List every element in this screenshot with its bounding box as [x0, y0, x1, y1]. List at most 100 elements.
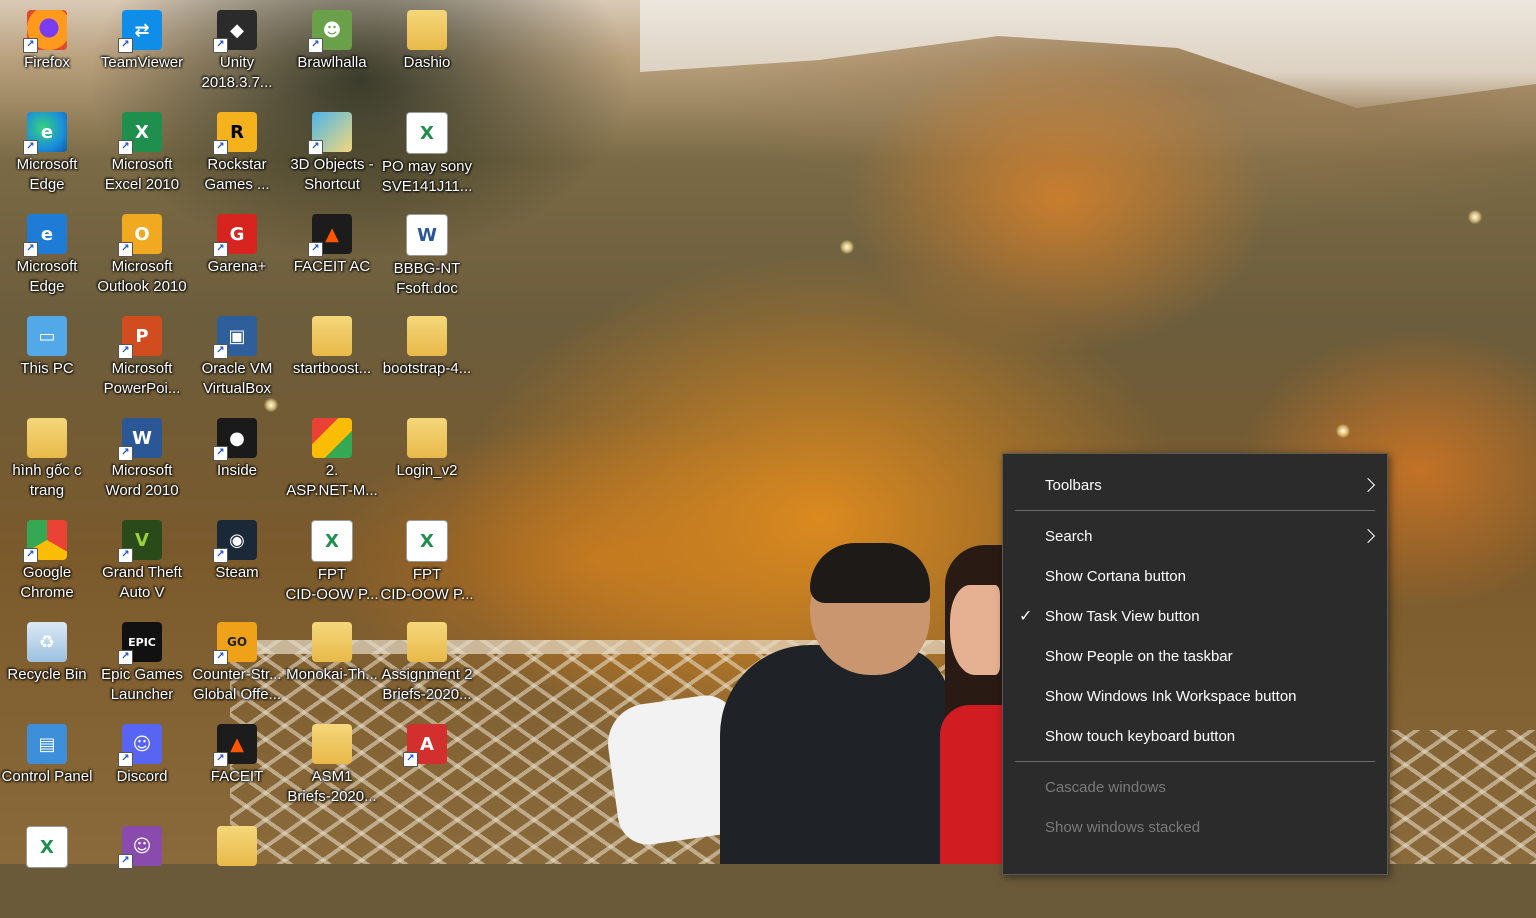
powerpoint-icon: P ↗ [118, 316, 162, 359]
desktop-shortcut[interactable]: Assignment 2 Briefs-2020... [380, 614, 474, 714]
chevron-right-icon [1360, 477, 1376, 493]
shortcut-arrow-icon: ↗ [213, 140, 228, 155]
desktop-shortcut-label: Unity 2018.3.7... [201, 54, 273, 91]
menu-item-toolbars[interactable]: Toolbars [1003, 466, 1387, 506]
desktop-icon-grid: ↗ Firefox ⇄ ↗ TeamViewer ◆ ↗ Unity 2018.3.7... ☻… [0, 0, 480, 869]
desktop-shortcut[interactable]: e ↗ Microsoft Edge [0, 104, 94, 204]
desktop-shortcut[interactable]: e ↗ Microsoft Edge [0, 206, 94, 306]
desktop-shortcut[interactable]: X FPT CID-OOW P... [285, 512, 379, 612]
desktop-shortcut[interactable]: X [0, 818, 94, 918]
folder-icon [407, 316, 447, 356]
menu-item-label: Search [1045, 528, 1093, 545]
menu-item-show-task-view[interactable]: ✓ Show Task View button [1003, 597, 1387, 637]
menu-item-show-touch-keyboard[interactable]: Show touch keyboard button [1003, 717, 1387, 757]
desktop-shortcut[interactable]: ⇄ ↗ TeamViewer [95, 2, 189, 102]
control-panel-icon: ▤ [27, 724, 67, 764]
desktop-shortcut-label: Epic Games Launcher [101, 666, 183, 703]
desktop-shortcut-label: Monokai-Th... [286, 666, 378, 683]
shortcut-arrow-icon: ↗ [118, 446, 133, 461]
desktop-shortcut[interactable]: ▣ ↗ Oracle VM VirtualBox [190, 308, 284, 408]
desktop-shortcut[interactable]: ◉ ↗ Steam [190, 512, 284, 612]
desktop-shortcut[interactable]: X FPT CID-OOW P... [380, 512, 474, 612]
faceit-ac-icon: ▲ ↗ [308, 214, 352, 257]
shortcut-arrow-icon: ↗ [118, 242, 133, 257]
menu-item-label: Show Windows Ink Workspace button [1045, 688, 1297, 705]
desktop-shortcut[interactable]: ◆ ↗ Unity 2018.3.7... [190, 2, 284, 102]
desktop-shortcut[interactable]: ASM1 Briefs-2020... [285, 716, 379, 816]
edge-legacy-icon: e ↗ [23, 214, 67, 257]
desktop-shortcut-label: TeamViewer [100, 54, 184, 71]
desktop-shortcut-label: Assignment 2 Briefs-2020... [381, 666, 473, 703]
desktop-shortcut[interactable]: Login_v2 [380, 410, 474, 510]
desktop-shortcut[interactable]: V ↗ Grand Theft Auto V [95, 512, 189, 612]
desktop-shortcut[interactable]: ☻ ↗ Brawlhalla [285, 2, 379, 102]
desktop-shortcut-label: Grand Theft Auto V [102, 564, 182, 601]
desktop-shortcut[interactable]: ♻ Recycle Bin [0, 614, 94, 714]
desktop-shortcut[interactable]: ▲ ↗ FACEIT [190, 716, 284, 816]
desktop-shortcut[interactable]: ↗ Google Chrome [0, 512, 94, 612]
desktop-shortcut[interactable]: X ↗ Microsoft Excel 2010 [95, 104, 189, 204]
desktop-shortcut[interactable]: G ↗ Garena+ [190, 206, 284, 306]
desktop-shortcut[interactable]: 2. ASP.NET-M... [285, 410, 379, 510]
desktop-shortcut-label: Inside [216, 462, 258, 479]
desktop-shortcut[interactable]: R ↗ Rockstar Games ... [190, 104, 284, 204]
desktop-shortcut[interactable]: EPIC ↗ Epic Games Launcher [95, 614, 189, 714]
shortcut-arrow-icon: ↗ [213, 38, 228, 53]
menu-separator [1015, 761, 1375, 762]
menu-item-show-people[interactable]: Show People on the taskbar [1003, 637, 1387, 677]
desktop-shortcut[interactable]: P ↗ Microsoft PowerPoi... [95, 308, 189, 408]
desktop-shortcut[interactable]: Dashio [380, 2, 474, 102]
desktop-shortcut[interactable]: startboost... [285, 308, 379, 408]
shortcut-arrow-icon: ↗ [118, 344, 133, 359]
desktop-shortcut-label: FACEIT [210, 768, 264, 785]
desktop-shortcut[interactable]: hình gốc c trang [0, 410, 94, 510]
desktop-shortcut[interactable]: bootstrap-4... [380, 308, 474, 408]
firefox-icon: ↗ [23, 10, 67, 53]
checkmark-icon: ✓ [1019, 606, 1033, 625]
desktop-shortcut-label: 2. ASP.NET-M... [286, 462, 378, 499]
desktop-shortcut[interactable]: Monokai-Th... [285, 614, 379, 714]
desktop-shortcut[interactable]: O ↗ Microsoft Outlook 2010 [95, 206, 189, 306]
desktop-shortcut-label: Steam [215, 564, 259, 581]
shortcut-arrow-icon: ↗ [213, 242, 228, 257]
desktop-shortcut[interactable]: ▭ This PC [0, 308, 94, 408]
desktop-shortcut[interactable] [190, 818, 284, 918]
folder-icon [407, 418, 447, 458]
desktop-shortcut-label: Control Panel [1, 768, 93, 785]
shortcut-arrow-icon: ↗ [308, 140, 323, 155]
folder-icon [407, 10, 447, 50]
shortcut-arrow-icon: ↗ [118, 38, 133, 53]
desktop-shortcut[interactable]: ▤ Control Panel [0, 716, 94, 816]
desktop-shortcut-label: hình gốc c trang [12, 462, 82, 499]
menu-item-show-ink-workspace[interactable]: Show Windows Ink Workspace button [1003, 677, 1387, 717]
folder-icon [312, 622, 352, 662]
this-pc-icon: ▭ [27, 316, 67, 356]
desktop-shortcut[interactable]: ☺ ↗ Discord [95, 716, 189, 816]
desktop-shortcut-label: Firefox [24, 54, 70, 71]
chrome-icon: ↗ [23, 520, 67, 563]
desktop-shortcut[interactable]: ▲ ↗ FACEIT AC [285, 206, 379, 306]
shortcut-arrow-icon: ↗ [308, 38, 323, 53]
menu-item-label: Toolbars [1045, 477, 1102, 494]
shortcut-arrow-icon: ↗ [118, 548, 133, 563]
desktop-shortcut-label: bootstrap-4... [382, 360, 472, 377]
desktop-shortcut[interactable]: A ↗ [380, 716, 474, 816]
menu-item-search[interactable]: Search [1003, 517, 1387, 557]
desktop-shortcut[interactable]: W ↗ Microsoft Word 2010 [95, 410, 189, 510]
menu-item-show-cortana[interactable]: Show Cortana button [1003, 557, 1387, 597]
desktop-shortcut[interactable]: ↗ 3D Objects - Shortcut [285, 104, 379, 204]
edge-icon: e ↗ [23, 112, 67, 155]
excel-file-icon: X [311, 520, 353, 562]
excel-file-icon: X [406, 520, 448, 562]
desktop-shortcut[interactable]: GO ↗ Counter-Str... Global Offe... [190, 614, 284, 714]
desktop-shortcut-label: Discord [116, 768, 168, 785]
desktop-shortcut[interactable]: ↗ Firefox [0, 2, 94, 102]
desktop-shortcut[interactable]: ☺ ↗ [95, 818, 189, 918]
menu-item-label: Show windows stacked [1045, 819, 1201, 836]
desktop-shortcut[interactable]: ● ↗ Inside [190, 410, 284, 510]
desktop-shortcut[interactable]: W BBBG-NT Fsoft.doc [380, 206, 474, 306]
desktop-shortcut[interactable]: X PO may sony SVE141J11... [380, 104, 474, 204]
desktop-shortcut-label: Google Chrome [20, 564, 74, 601]
steam-icon: ◉ ↗ [213, 520, 257, 563]
word-icon: W ↗ [118, 418, 162, 461]
